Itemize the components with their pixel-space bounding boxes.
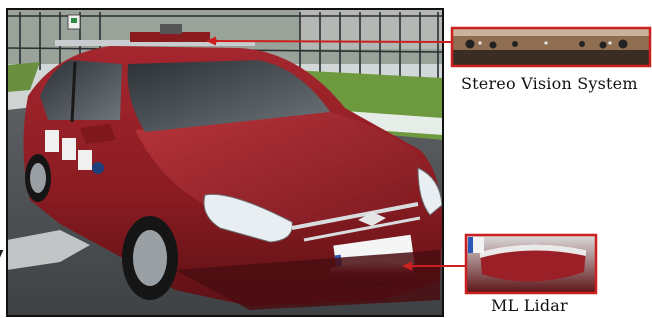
lidar-inset	[464, 233, 598, 295]
ml-lidar-label: ML Lidar	[491, 296, 568, 315]
car-photo	[0, 8, 444, 317]
stereo-vision-label: Stereo Vision System	[461, 74, 638, 93]
figure-canvas	[0, 8, 652, 317]
stereo-vision-inset	[450, 26, 652, 68]
